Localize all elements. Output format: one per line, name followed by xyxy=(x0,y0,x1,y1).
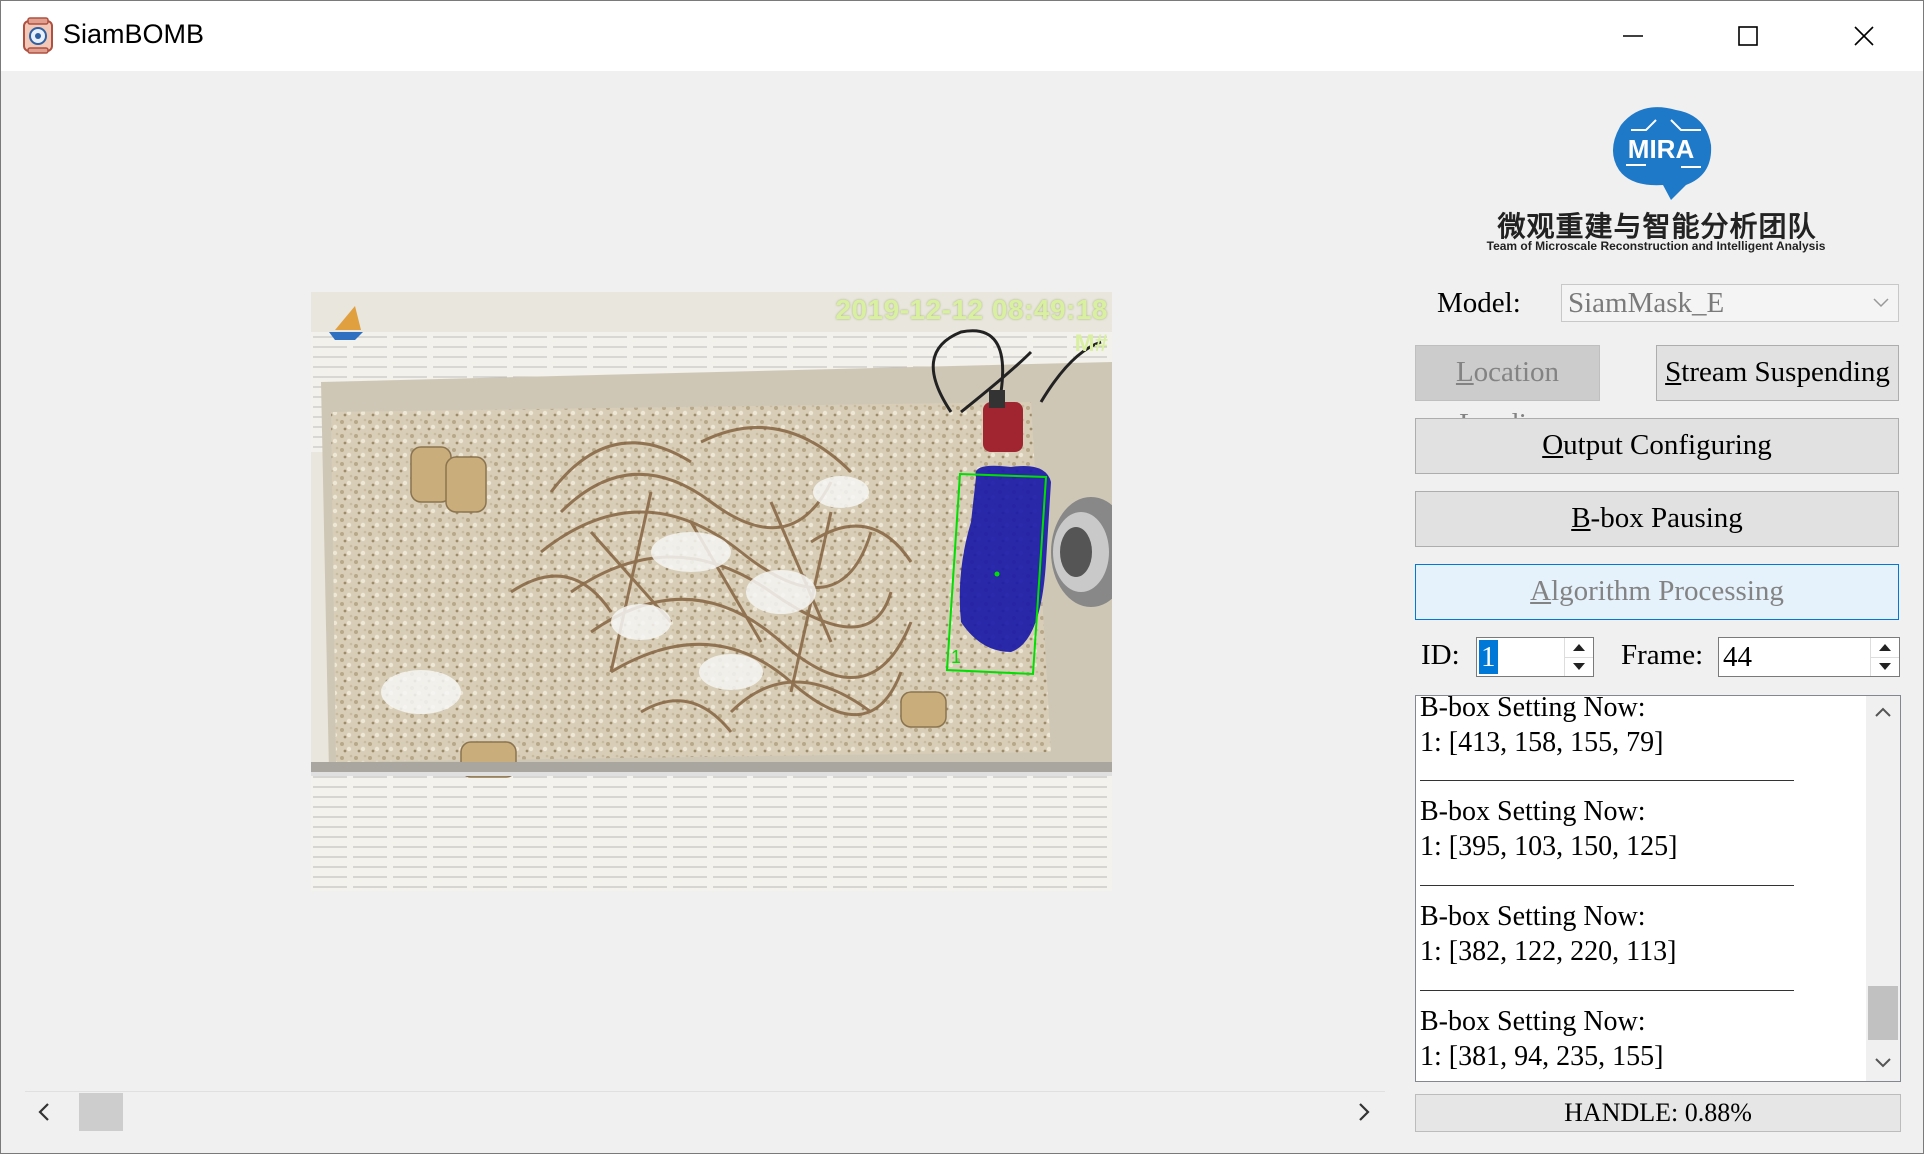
maximize-icon xyxy=(1738,26,1758,46)
frame-spin-down-button[interactable] xyxy=(1871,657,1899,676)
log-scroll-down-button[interactable] xyxy=(1866,1047,1900,1081)
scroll-thumb[interactable] xyxy=(79,1093,123,1131)
id-spinbox[interactable]: 1 xyxy=(1476,637,1594,677)
scroll-left-button[interactable] xyxy=(25,1091,65,1133)
chevron-up-icon xyxy=(1875,707,1891,717)
log-scroll-up-button[interactable] xyxy=(1866,696,1900,730)
maximize-button[interactable] xyxy=(1691,1,1805,71)
logo-brand: MIRA xyxy=(1628,134,1695,164)
location-loading-mnemonic: L xyxy=(1455,356,1474,388)
model-select-value: SiamMask_E xyxy=(1568,287,1725,319)
log-entry-value: 1: [382, 122, 220, 113] xyxy=(1420,936,1677,967)
main-window: SiamBOMB 2019-12-12 08:49:18 M# 1 MIRA 微… xyxy=(0,0,1924,1154)
frame-spin-buttons xyxy=(1870,638,1899,676)
model-label: Model: xyxy=(1437,287,1521,319)
video-timestamp: 2019-12-12 08:49:18 xyxy=(835,294,1108,325)
log-separator xyxy=(1420,885,1794,886)
id-label: ID: xyxy=(1421,639,1460,671)
stream-suspending-button[interactable]: Stream Suspending xyxy=(1656,345,1899,401)
bbox-pausing-mnemonic: B xyxy=(1571,502,1591,534)
location-loading-button[interactable]: Location Loading xyxy=(1415,345,1600,440)
close-button[interactable] xyxy=(1807,1,1921,71)
close-icon xyxy=(1854,26,1874,46)
log-entry-heading: B-box Setting Now: xyxy=(1420,1006,1646,1037)
log-entry-value: 1: [381, 94, 235, 155] xyxy=(1420,1041,1664,1072)
window-title: SiamBOMB xyxy=(63,19,205,49)
log-entry-value: 1: [395, 103, 150, 125] xyxy=(1420,831,1678,862)
id-spin-buttons xyxy=(1564,638,1593,676)
chevron-down-icon xyxy=(1875,1058,1891,1068)
log-entry-heading: B-box Setting Now: xyxy=(1420,796,1646,827)
log-entry-heading: B-box Setting Now: xyxy=(1420,695,1646,723)
scroll-track-line xyxy=(25,1091,1385,1092)
horizontal-scrollbar[interactable] xyxy=(25,1091,1385,1133)
minimize-button[interactable] xyxy=(1576,1,1690,71)
scroll-right-button[interactable] xyxy=(1345,1091,1385,1133)
output-configuring-mnemonic: O xyxy=(1542,429,1564,461)
model-select[interactable]: SiamMask_E xyxy=(1561,284,1899,322)
id-value[interactable]: 1 xyxy=(1479,640,1498,674)
output-configuring-button[interactable]: Output Configuring xyxy=(1415,418,1899,474)
spin-down-icon xyxy=(1879,663,1891,670)
chevron-right-icon xyxy=(1359,1103,1370,1121)
title-bar[interactable]: SiamBOMB xyxy=(1,1,1923,71)
logo-text-en: Team of Microscale Reconstruction and In… xyxy=(1486,239,1826,253)
video-frame-image xyxy=(311,292,1112,891)
id-spin-up-button[interactable] xyxy=(1565,638,1593,658)
chevron-left-icon xyxy=(38,1103,49,1121)
bbox-pausing-button[interactable]: B-box Pausing xyxy=(1415,491,1899,547)
algorithm-processing-mnemonic: A xyxy=(1530,575,1552,607)
log-entry-value: 1: [413, 158, 155, 79] xyxy=(1420,727,1664,758)
log-separator xyxy=(1420,990,1794,991)
algorithm-processing-button[interactable]: Algorithm Processing xyxy=(1415,564,1899,620)
log-separator xyxy=(1420,780,1794,781)
stream-suspending-mnemonic: S xyxy=(1665,356,1682,388)
video-frame-display[interactable]: 2019-12-12 08:49:18 M# 1 xyxy=(311,292,1112,891)
id-spin-down-button[interactable] xyxy=(1565,657,1593,676)
chevron-down-icon xyxy=(1873,298,1889,308)
bbox-log-textarea[interactable]: B-box Setting Now: 1: [413, 158, 155, 79… xyxy=(1415,695,1901,1082)
video-osd-code: M# xyxy=(1074,330,1108,357)
bbox-track-id: 1 xyxy=(951,647,962,667)
algorithm-processing-label: lgorithm Processing xyxy=(1551,575,1784,607)
spin-up-icon xyxy=(1879,644,1891,651)
bbox-pausing-label: -box Pausing xyxy=(1590,502,1743,534)
spin-down-icon xyxy=(1573,663,1585,670)
frame-spin-up-button[interactable] xyxy=(1871,638,1899,658)
stream-suspending-label: tream Suspending xyxy=(1681,356,1890,388)
spin-up-icon xyxy=(1573,644,1585,651)
handle-status: HANDLE: 0.88% xyxy=(1415,1094,1901,1132)
output-configuring-label: utput Configuring xyxy=(1563,429,1772,461)
app-icon xyxy=(21,17,55,55)
minimize-icon xyxy=(1623,35,1643,37)
log-scroll-thumb[interactable] xyxy=(1868,986,1898,1040)
log-entry-heading: B-box Setting Now: xyxy=(1420,901,1646,932)
log-scrollbar[interactable] xyxy=(1866,696,1900,1081)
frame-spinbox[interactable]: 44 xyxy=(1718,637,1900,677)
frame-label: Frame: xyxy=(1621,639,1704,671)
frame-value[interactable]: 44 xyxy=(1721,640,1754,674)
